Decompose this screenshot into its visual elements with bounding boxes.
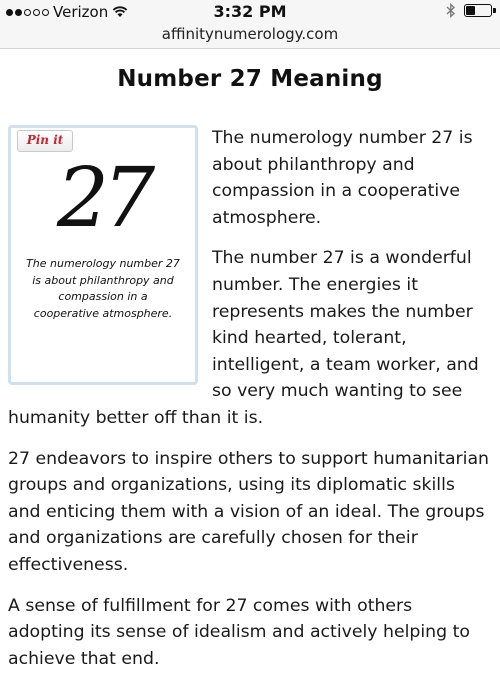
status-bar: Verizon 3:32 PM [0,0,500,22]
page-content: Number 27 Meaning Pin it 27 The numerolo… [0,48,500,686]
paragraph-3: 27 endeavors to inspire others to suppor… [8,448,489,575]
article-body: Pin it 27 The numerology number 27 is ab… [0,125,500,672]
paragraph-4: A sense of fulfillment for 27 comes with… [8,595,470,669]
number-27-image: 27 [56,151,155,246]
pin-it-button[interactable]: Pin it [17,130,73,152]
battery-icon [464,4,496,17]
clock: 3:32 PM [213,2,287,21]
image-caption: The numerology number 27 is about philan… [26,257,180,320]
article-image-card: Pin it 27 The numerology number 27 is ab… [8,125,198,385]
page-title: Number 27 Meaning [117,66,383,92]
bluetooth-icon [446,3,455,18]
address-bar[interactable]: affinitynumerology.com [0,22,500,49]
status-right [446,3,496,18]
